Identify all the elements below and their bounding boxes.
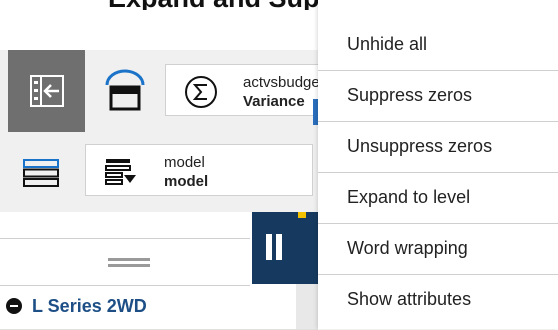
collapse-left-icon	[29, 75, 64, 107]
context-menu: Unhide all Suppress zeros Unsuppress zer…	[318, 0, 558, 329]
model-filter-icon	[105, 159, 136, 185]
model-toolbar: model model	[0, 132, 318, 212]
model-label: model	[164, 154, 205, 171]
collapse-panel-button[interactable]	[8, 50, 85, 132]
drag-handle-icon[interactable]	[108, 258, 150, 267]
model-card[interactable]: model model	[85, 144, 313, 196]
top-toolbar: actvsbudget Variance	[0, 50, 325, 132]
sigma-icon	[185, 76, 217, 108]
column-header-tile	[296, 212, 318, 284]
data-source-name: actvsbudget	[243, 74, 324, 91]
app-window: Expand and Support	[0, 0, 558, 330]
row-label: L Series 2WD	[32, 296, 147, 316]
menu-item-label: Unhide all	[347, 34, 428, 54]
collapse-row-icon[interactable]	[6, 298, 22, 314]
menu-item-label: Suppress zeros	[347, 85, 473, 105]
menu-item-expand-to-level[interactable]: Expand to level	[318, 173, 558, 224]
model-value: model	[164, 173, 209, 190]
pause-button[interactable]	[252, 212, 296, 284]
data-grid: L Series 2WD	[0, 212, 318, 330]
data-source-card[interactable]: actvsbudget Variance	[165, 64, 325, 116]
pause-icon-bar	[276, 234, 282, 260]
menu-item-label: Word wrapping	[347, 238, 468, 258]
menu-item-label: Unsuppress zeros	[347, 136, 493, 156]
menu-item-label: Expand to level	[347, 187, 471, 207]
highlight-marker	[298, 212, 306, 218]
menu-item-suppress-zeros[interactable]: Suppress zeros	[318, 71, 558, 122]
menu-item-unhide-all[interactable]: Unhide all	[318, 20, 558, 71]
page-title: Expand and Support	[108, 0, 318, 10]
menu-item-unsuppress-zeros[interactable]: Unsuppress zeros	[318, 122, 558, 173]
table-row[interactable]: L Series 2WD	[0, 284, 318, 330]
layout-button[interactable]	[100, 64, 150, 116]
window-layout-icon	[105, 69, 145, 111]
menu-item-label: Show attributes	[347, 289, 472, 309]
drag-cell	[0, 238, 250, 286]
left-panel: actvsbudget Variance model model L Serie…	[0, 50, 325, 330]
rows-icon[interactable]	[22, 158, 60, 188]
pause-icon	[266, 234, 272, 260]
menu-item-show-attributes[interactable]: Show attributes	[318, 275, 558, 326]
row-cell	[296, 284, 318, 329]
data-source-measure: Variance	[243, 93, 305, 110]
menu-item-word-wrapping[interactable]: Word wrapping	[318, 224, 558, 275]
